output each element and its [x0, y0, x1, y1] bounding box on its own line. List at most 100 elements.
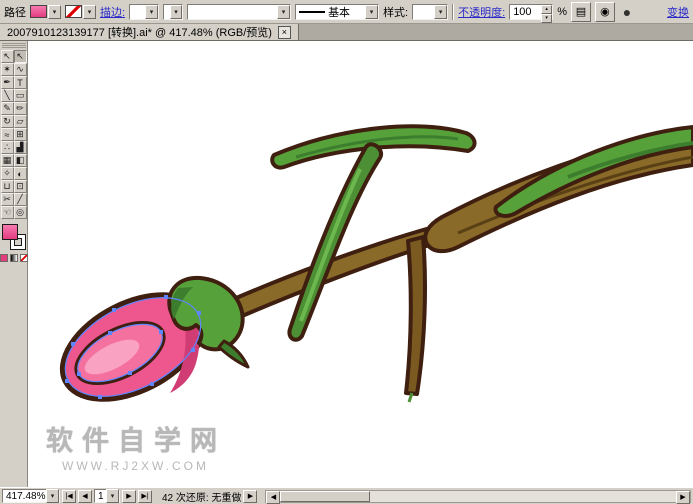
zoom-value: 417.48%	[3, 491, 46, 502]
document-tab[interactable]: 2007910123139177 [转换].ai* @ 417.48% (RGB…	[0, 24, 299, 40]
pen-tool-icon: ✒	[3, 77, 11, 88]
artwork-svg[interactable]	[28, 41, 693, 487]
fill-proxy-swatch[interactable]	[2, 224, 18, 240]
color-mode-button[interactable]	[0, 254, 8, 262]
brush-stroke-preview	[299, 11, 325, 13]
fill-color-picker[interactable]: ▾	[30, 5, 61, 19]
scroll-left-icon[interactable]: ◀	[266, 491, 280, 504]
magic-wand-tool-icon: ✶	[3, 64, 11, 75]
selection-tool[interactable]: ↖	[1, 50, 14, 63]
eyedropper-tool[interactable]: ✧	[1, 167, 14, 180]
horizontal-scrollbar[interactable]: ◀ ▶	[265, 490, 691, 503]
rotate-tool[interactable]: ↻	[1, 115, 14, 128]
lasso-tool[interactable]: ∿	[14, 63, 27, 76]
scroll-right-icon[interactable]: ▶	[676, 491, 690, 504]
rotate-tool-icon: ↻	[3, 116, 11, 127]
scissors-tool[interactable]: ✂	[1, 193, 14, 206]
stroke-link[interactable]: 描边:	[100, 4, 125, 20]
brush-definition-combo[interactable]: 基本 ▾	[295, 4, 379, 20]
status-popup-button[interactable]: ▶	[243, 490, 257, 503]
hand-tool[interactable]: ☜	[1, 206, 14, 219]
chevron-down-icon[interactable]: ▾	[434, 5, 447, 19]
chevron-down-icon[interactable]: ▾	[48, 5, 61, 19]
scrollbar-thumb[interactable]	[280, 491, 370, 502]
stroke-weight-combo[interactable]: ▾	[129, 4, 159, 20]
branch-shape	[406, 237, 425, 394]
slice-tool-icon: ╱	[17, 194, 22, 205]
free-transform-tool[interactable]: ⊞	[14, 128, 27, 141]
spinner-down-icon[interactable]: ▾	[541, 14, 552, 23]
spinner-up-icon[interactable]: ▴	[541, 5, 552, 14]
object-type-label: 路径	[4, 4, 26, 20]
paint-mode-row	[0, 254, 28, 262]
scale-tool[interactable]: ▱	[14, 115, 27, 128]
mesh-tool[interactable]: ▦	[1, 154, 14, 167]
direct-selection-tool-icon: ↖	[16, 51, 24, 62]
type-tool-icon: T	[17, 78, 23, 88]
prev-page-button[interactable]: ◀	[78, 490, 92, 503]
warp-tool-icon: ≈	[5, 130, 10, 140]
type-tool[interactable]: T	[14, 76, 27, 89]
style-label: 样式:	[383, 4, 408, 20]
blend-tool-icon: ◐	[17, 169, 22, 179]
warp-tool[interactable]: ≈	[1, 128, 14, 141]
opacity-input[interactable]: 100 ▴ ▾	[509, 4, 553, 20]
first-page-button[interactable]: |◀	[62, 490, 76, 503]
chevron-down-icon[interactable]: ▾	[365, 5, 378, 19]
zoom-combo[interactable]: 417.48% ▾	[2, 489, 60, 503]
chevron-down-icon[interactable]: ▾	[83, 5, 96, 19]
graph-tool[interactable]: ▟	[14, 141, 27, 154]
pen-tool[interactable]: ✒	[1, 76, 14, 89]
page-combo[interactable]: 1 ▾	[94, 489, 120, 503]
hanging-leaf-highlight	[301, 169, 360, 321]
opacity-spinner[interactable]: ▴ ▾	[541, 5, 552, 19]
chevron-down-icon[interactable]: ▾	[106, 489, 119, 503]
symbol-sprayer-tool-icon: ∴	[4, 142, 10, 153]
blend-tool[interactable]: ◐	[14, 167, 27, 180]
rectangle-tool[interactable]: ▭	[14, 89, 27, 102]
toolbox-grip[interactable]	[2, 43, 26, 48]
recolor-icon[interactable]: ◉	[595, 2, 615, 22]
chevron-down-icon[interactable]: ▾	[277, 5, 290, 19]
paintbrush-tool[interactable]: ✎	[1, 102, 14, 115]
appearance-combo[interactable]: ▾	[187, 4, 291, 20]
graph-icon[interactable]: ▤	[571, 2, 591, 22]
none-mode-button[interactable]	[20, 254, 28, 262]
close-icon[interactable]: ×	[278, 26, 291, 39]
opacity-link[interactable]: 不透明度:	[458, 4, 505, 20]
live-paint-bucket-tool[interactable]: ⊔	[1, 180, 14, 193]
transform-link[interactable]: 变换	[667, 4, 689, 20]
chevron-down-icon[interactable]: ▾	[46, 489, 59, 503]
pencil-tool[interactable]: ✏	[14, 102, 27, 115]
last-page-button[interactable]: ▶|	[138, 490, 152, 503]
status-bar: 417.48% ▾ |◀ ◀ 1 ▾ ▶ ▶| 42 次还原: 无重做 ▶ ◀ …	[0, 487, 693, 504]
chevron-down-icon[interactable]: ▾	[145, 5, 158, 19]
style-combo[interactable]: ▾	[412, 4, 448, 20]
zoom-tool[interactable]: ◎	[14, 206, 27, 219]
main-area: ↖↖✶∿✒T╲▭✎✏↻▱≈⊞∴▟▦◧✧◐⊔⊡✂╱☜◎	[0, 41, 693, 487]
rectangle-tool-icon: ▭	[16, 90, 25, 101]
live-paint-selection-tool-icon: ⊡	[16, 181, 24, 192]
live-paint-bucket-tool-icon: ⊔	[3, 181, 10, 192]
line-tool-icon: ╲	[4, 90, 9, 101]
direct-selection-tool[interactable]: ↖	[14, 50, 27, 63]
sphere-icon: ●	[619, 4, 635, 20]
stroke-color-picker[interactable]: ▾	[65, 5, 96, 19]
page-value: 1	[95, 491, 106, 502]
next-page-button[interactable]: ▶	[122, 490, 136, 503]
fill-stroke-swatches	[2, 224, 26, 250]
chevron-down-icon[interactable]: ▾	[170, 5, 182, 19]
scrollbar-track[interactable]	[280, 491, 676, 502]
slice-tool[interactable]: ╱	[14, 193, 27, 206]
magic-wand-tool[interactable]: ✶	[1, 63, 14, 76]
gradient-mode-button[interactable]	[10, 254, 18, 262]
graph-tool-icon: ▟	[17, 142, 24, 153]
line-tool[interactable]: ╲	[1, 89, 14, 102]
percent-label: %	[557, 6, 567, 18]
live-paint-selection-tool[interactable]: ⊡	[14, 180, 27, 193]
variable-width-combo[interactable]: ▾	[163, 4, 183, 20]
symbol-sprayer-tool[interactable]: ∴	[1, 141, 14, 154]
gradient-tool[interactable]: ◧	[14, 154, 27, 167]
artboard-canvas[interactable]: 软件自学网 WWW.RJ2XW.COM	[28, 41, 693, 487]
scissors-tool-icon: ✂	[3, 194, 11, 205]
